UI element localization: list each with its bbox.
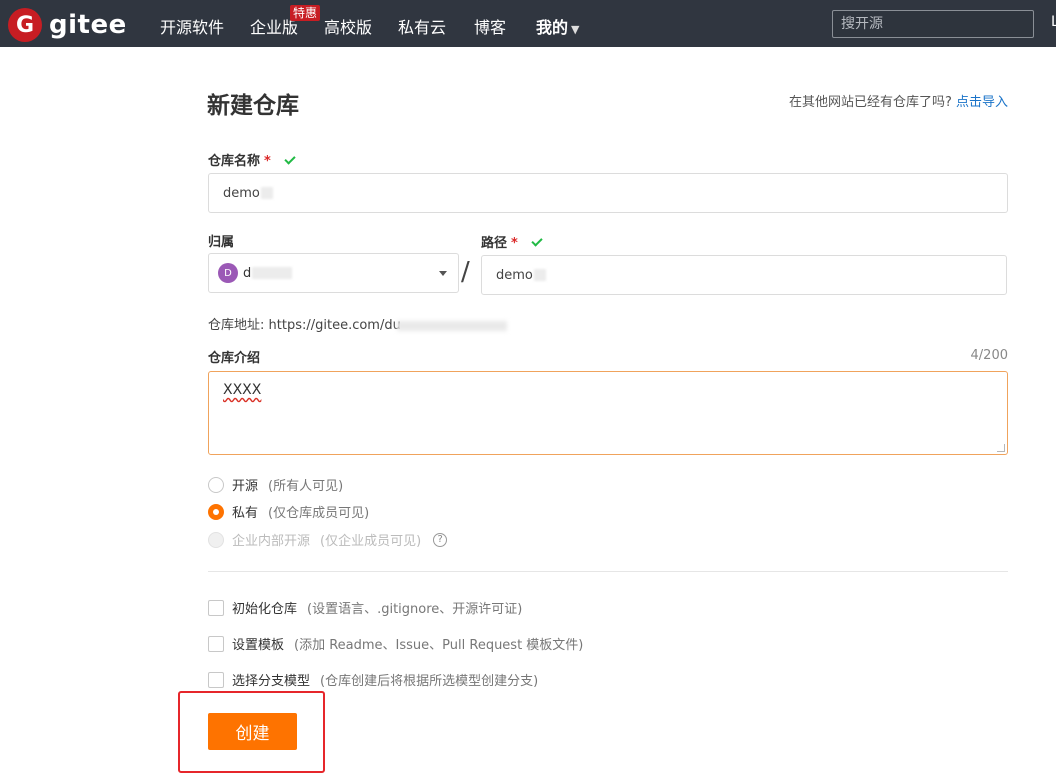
option-note: (仓库创建后将根据所选模型创建分支)	[320, 674, 539, 689]
nav-item-mine[interactable]: 我的 ▼	[536, 14, 579, 38]
radio-note: (所有人可见)	[268, 479, 344, 494]
import-link[interactable]: 点击导入	[956, 95, 1008, 110]
option-template[interactable]: 设置模板 (添加 Readme、Issue、Pull Request 模板文件)	[208, 634, 583, 653]
option-label: 设置模板	[232, 638, 285, 653]
description-value: XXXX	[223, 382, 262, 398]
repo-name-value: demo	[223, 185, 260, 201]
option-label: 初始化仓库	[232, 602, 298, 617]
radio-internal	[208, 531, 224, 548]
gitee-logo-icon: G	[8, 8, 42, 42]
visibility-internal: 企业内部开源 (仅企业成员可见) ?	[208, 530, 448, 549]
redacted-blur	[260, 187, 273, 199]
repo-address: 仓库地址: https://gitee.com/du	[208, 314, 507, 333]
option-note: (添加 Readme、Issue、Pull Request 模板文件)	[294, 638, 584, 653]
nav-edge-item[interactable]: L	[1051, 14, 1056, 30]
visibility-public[interactable]: 开源 (所有人可见)	[208, 475, 343, 494]
repo-address-text: 仓库地址: https://gitee.com/du	[208, 318, 401, 333]
page-title: 新建仓库	[207, 93, 299, 119]
radio-note: (仅仓库成员可见)	[268, 506, 370, 521]
resize-grip-icon[interactable]	[997, 444, 1005, 452]
redacted-blur	[533, 269, 546, 281]
path-separator: /	[461, 257, 470, 287]
radio-note: (仅企业成员可见)	[320, 534, 422, 549]
nav-item-education[interactable]: 高校版	[324, 14, 372, 38]
option-branch-model[interactable]: 选择分支模型 (仓库创建后将根据所选模型创建分支)	[208, 670, 538, 689]
create-button[interactable]: 创建	[208, 713, 297, 750]
redacted-blur	[252, 267, 293, 279]
repo-name-label: 仓库名称 *	[208, 150, 296, 169]
nav-item-mine-label: 我的	[536, 18, 569, 37]
required-mark: *	[511, 236, 518, 251]
radio-label: 企业内部开源	[232, 534, 311, 549]
section-divider	[208, 571, 1008, 572]
radio-label: 开源	[232, 479, 259, 494]
path-input[interactable]: demo	[481, 255, 1007, 295]
nav-item-blog[interactable]: 博客	[474, 14, 506, 38]
top-navbar: G gitee 开源软件 企业版 特惠 高校版 私有云 博客 我的▼ L	[0, 0, 1056, 47]
promo-badge: 特惠	[290, 5, 321, 21]
nav-item-open-source[interactable]: 开源软件	[160, 14, 224, 38]
description-textarea[interactable]: XXXX	[208, 371, 1008, 455]
description-label: 仓库介绍	[208, 351, 261, 366]
valid-check-icon	[531, 235, 543, 247]
path-label: 路径 *	[481, 232, 543, 251]
repo-name-label-text: 仓库名称	[208, 154, 261, 169]
gitee-logo-text: gitee	[49, 10, 127, 40]
checkbox-template[interactable]	[208, 635, 224, 652]
nav-item-private-cloud[interactable]: 私有云	[398, 14, 446, 38]
caret-down-icon	[439, 271, 447, 276]
required-mark: *	[264, 154, 271, 169]
owner-select[interactable]: D d	[208, 253, 459, 293]
option-label: 选择分支模型	[232, 674, 311, 689]
path-label-text: 路径	[481, 236, 508, 251]
radio-public[interactable]	[208, 476, 224, 493]
checkbox-branch-model[interactable]	[208, 671, 224, 688]
owner-name: d	[243, 265, 252, 281]
redacted-blur	[396, 320, 507, 331]
owner-label: 归属	[208, 235, 235, 250]
help-icon[interactable]: ?	[433, 532, 448, 547]
gitee-logo[interactable]: G gitee	[8, 8, 127, 42]
visibility-private[interactable]: 私有 (仅仓库成员可见)	[208, 502, 369, 521]
chevron-down-icon: ▼	[571, 23, 580, 36]
import-prompt: 在其他网站已经有仓库了吗? 点击导入	[789, 91, 1008, 110]
char-counter: 4/200	[970, 348, 1008, 363]
option-init-repo[interactable]: 初始化仓库 (设置语言、.gitignore、开源许可证)	[208, 598, 522, 617]
radio-label: 私有	[232, 506, 259, 521]
valid-check-icon	[284, 153, 296, 165]
avatar: D	[218, 263, 238, 283]
repo-name-input[interactable]: demo	[208, 173, 1008, 213]
option-note: (设置语言、.gitignore、开源许可证)	[307, 602, 523, 617]
checkbox-init-repo[interactable]	[208, 599, 224, 616]
path-value: demo	[496, 267, 533, 283]
search-input[interactable]	[832, 10, 1034, 38]
radio-private[interactable]	[208, 503, 224, 520]
import-prompt-text: 在其他网站已经有仓库了吗?	[788, 95, 952, 110]
